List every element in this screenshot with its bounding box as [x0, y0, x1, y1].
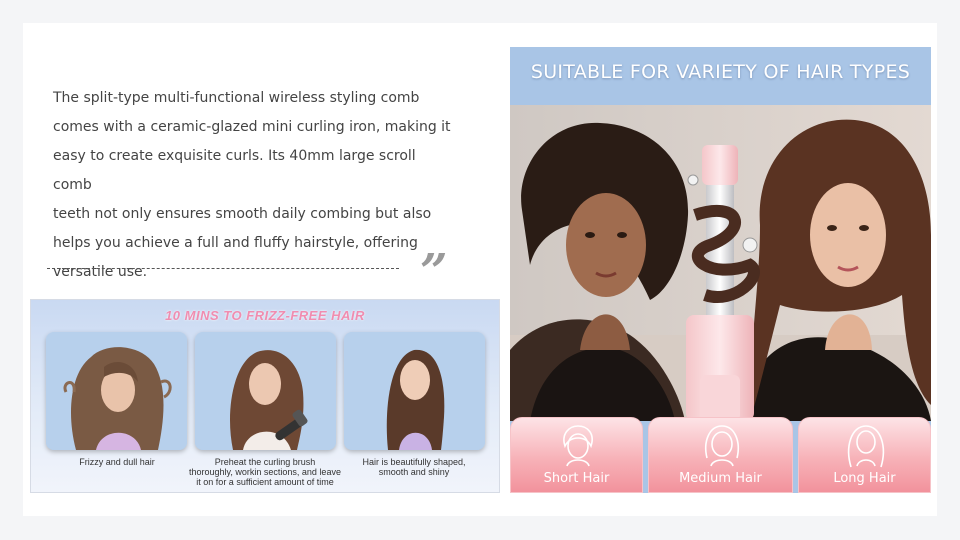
description-line: comes with a ceramic-glazed mini curling…	[53, 119, 451, 135]
step-caption: Hair is beautifully shaped, smooth and s…	[329, 457, 499, 477]
caption-line: it on for a sufficient amount of time	[196, 477, 334, 487]
step-caption: Preheat the curling brush thoroughly, wo…	[180, 457, 350, 487]
quote-mark-icon: ”	[420, 244, 448, 300]
description-line: helps you achieve a full and fluffy hair…	[53, 235, 418, 251]
description-line: The split-type multi-functional wireless…	[53, 90, 420, 106]
models-with-curler-photo	[510, 105, 931, 421]
description-line: versatile use.	[53, 264, 148, 280]
tile-short-hair: Short Hair	[510, 417, 643, 493]
caption-line: Hair is beautifully shaped,	[362, 457, 466, 467]
caption-line: smooth and shiny	[378, 467, 450, 477]
hair-types-title: SUITABLE FOR VARIETY OF HAIR TYPES	[530, 61, 911, 83]
description-line: easy to create exquisite curls. Its 40mm…	[53, 148, 416, 193]
tile-label: Long Hair	[833, 471, 896, 486]
product-description: The split-type multi-functional wireless…	[53, 84, 453, 287]
short-hair-icon	[563, 425, 593, 467]
tile-medium-hair: Medium Hair	[648, 417, 793, 493]
dashed-divider	[47, 268, 399, 269]
frizz-panel-title: 10 MINS TO FRIZZ-FREE HAIR	[165, 308, 365, 323]
tile-label: Medium Hair	[679, 471, 762, 486]
curling-brush-photo	[195, 332, 336, 450]
caption-line: Preheat the curling brush	[214, 457, 316, 467]
frizzy-hair-photo	[46, 332, 187, 450]
medium-hair-icon	[705, 425, 739, 467]
caption-line: thoroughly, workin sections, and leave	[189, 467, 341, 477]
long-hair-icon	[847, 425, 885, 468]
caption-line: Frizzy and dull hair	[79, 457, 155, 467]
smooth-hair-photo	[344, 332, 485, 450]
tile-label: Short Hair	[543, 471, 610, 486]
frizz-free-panel: 10 MINS TO FRIZZ-FREE HAIR Frizzy and du…	[30, 299, 500, 493]
step-caption: Frizzy and dull hair	[32, 457, 202, 467]
tile-long-hair: Long Hair	[798, 417, 931, 493]
hair-types-panel: SUITABLE FOR VARIETY OF HAIR TYPES Short…	[510, 47, 931, 493]
description-line: teeth not only ensures smooth daily comb…	[53, 206, 432, 222]
